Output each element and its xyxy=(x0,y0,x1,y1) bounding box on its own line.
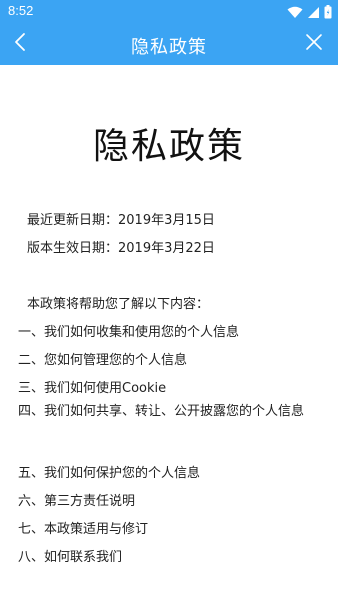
close-icon xyxy=(305,33,323,55)
status-bar: 8:52 xyxy=(0,0,338,24)
toc-item: 四、我们如何共享、转让、公开披露您的个人信息 xyxy=(18,404,305,419)
nav-title: 隐私政策 xyxy=(131,37,207,58)
screen: 8:52 隐私政策 隐私政策 最近更新日期：2019年3月15日 版本生效日期：… xyxy=(0,0,338,600)
status-icons xyxy=(287,5,332,19)
toc-item: 二、您如何管理您的个人信息 xyxy=(18,353,188,368)
status-time: 8:52 xyxy=(8,3,34,18)
toc-item: 八、如何联系我们 xyxy=(18,550,123,565)
last-updated-date: 最近更新日期：2019年3月15日 xyxy=(27,213,215,228)
policy-content: 隐私政策 最近更新日期：2019年3月15日 版本生效日期：2019年3月22日… xyxy=(0,65,338,600)
toc-item: 六、第三方责任说明 xyxy=(18,494,136,509)
toc-item: 三、我们如何使用Cookie xyxy=(18,381,167,396)
intro-text: 本政策将帮助您了解以下内容： xyxy=(27,297,210,312)
cellular-signal-icon xyxy=(307,6,320,19)
wifi-icon xyxy=(287,6,303,19)
toc-item: 七、本政策适用与修订 xyxy=(18,522,149,537)
toc-item: 一、我们如何收集和使用您的个人信息 xyxy=(18,325,240,340)
document-title: 隐私政策 xyxy=(92,126,245,167)
effective-date: 版本生效日期：2019年3月22日 xyxy=(27,241,215,256)
app-header: 8:52 隐私政策 xyxy=(0,0,338,65)
toc-item: 五、我们如何保护您的个人信息 xyxy=(18,466,201,481)
nav-bar: 隐私政策 xyxy=(0,24,338,65)
battery-icon xyxy=(324,5,332,19)
close-button[interactable] xyxy=(300,30,328,58)
